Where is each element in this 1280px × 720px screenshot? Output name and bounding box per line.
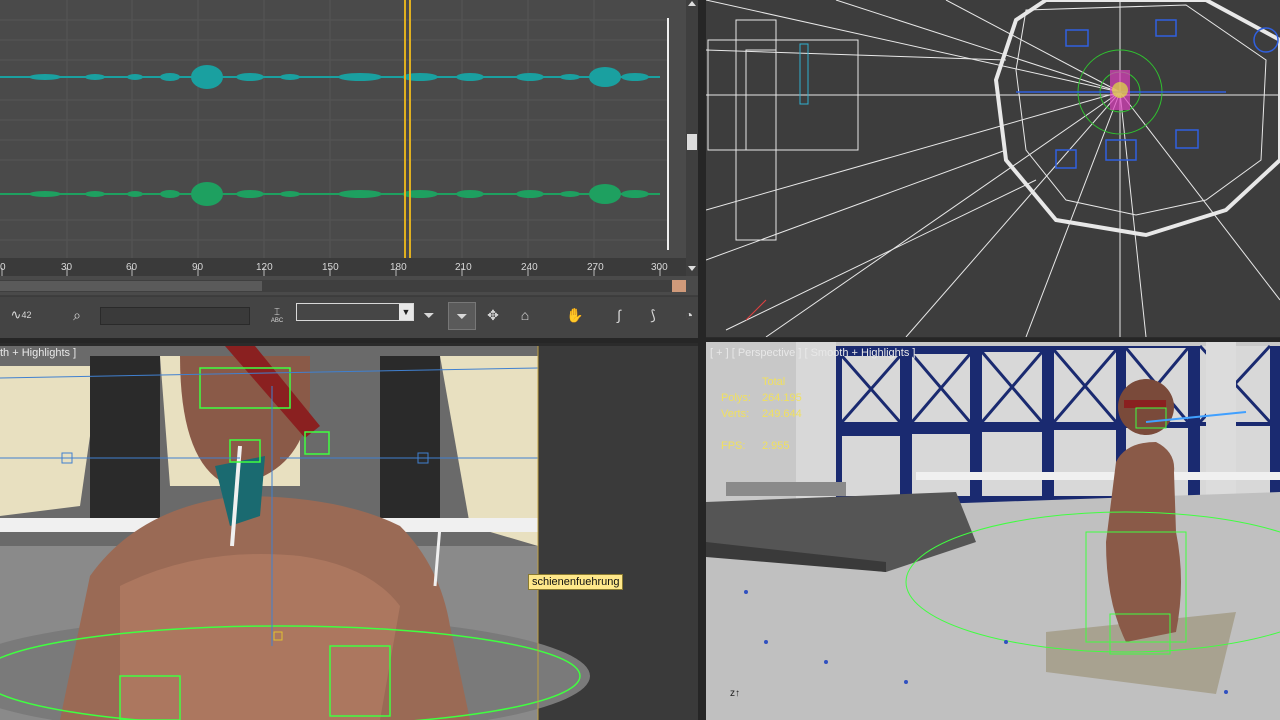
stats-verts-label: Verts: — [721, 408, 750, 420]
chevron-down-icon[interactable]: ▼ — [399, 304, 413, 320]
ruler-tick: 270 — [587, 262, 604, 273]
ruler-tick: 210 — [455, 262, 472, 273]
stats-fps-label: FPS: — [721, 440, 746, 452]
character-back-scene — [0, 346, 698, 720]
move-keys-icon[interactable]: ✥ — [480, 302, 506, 328]
waveform-graph[interactable] — [0, 0, 698, 340]
object-tooltip: schienenfuehrung — [528, 574, 624, 590]
stats-fps-value: 2.955 — [762, 440, 790, 452]
playhead — [404, 0, 411, 275]
top-viewport[interactable] — [706, 0, 1280, 337]
abc-filter-label: ABC — [270, 317, 284, 324]
ruler-tick: 180 — [390, 262, 407, 273]
name-field[interactable] — [100, 307, 250, 325]
ruler-tick: 0 — [0, 262, 6, 273]
pan-hand-icon[interactable]: ✋ — [562, 302, 588, 328]
curve-tool-value: 42 — [21, 310, 32, 320]
ruler-tick: 240 — [521, 262, 538, 273]
stats-polys-label: Polys: — [721, 392, 751, 404]
more-tools-icon[interactable]: ◔ — [680, 302, 698, 328]
track-view-panel[interactable]: 0 30 60 90 120 150 180 210 240 270 300 ∿… — [0, 0, 698, 340]
curve-tool-button[interactable]: ∿ 42 — [4, 302, 38, 328]
viewport-divider-vertical[interactable] — [698, 0, 706, 720]
zoom-curve-icon[interactable]: ∫ — [606, 302, 632, 328]
ruler-tick: 90 — [192, 262, 204, 273]
lock-keys-icon[interactable]: ⌂ — [512, 302, 538, 328]
ruler-tick: 30 — [61, 262, 73, 273]
left-viewport-label[interactable]: th + Highlights ] — [0, 347, 76, 359]
key-filter-icon[interactable]: ⏷ — [416, 302, 442, 328]
axis-gizmo-icon: z↑ — [730, 688, 740, 699]
perspective-viewport-label[interactable]: [ + ] [ Perspective ] [ Smooth + Highlig… — [710, 347, 915, 359]
ruler-tick: 150 — [322, 262, 339, 273]
ruler-tick: 60 — [126, 262, 138, 273]
zoom-search-icon[interactable]: ⌕ — [64, 302, 90, 328]
left-viewport[interactable]: th + Highlights ] — [0, 346, 698, 720]
ruler-tick: 300 — [651, 262, 668, 273]
stats-polys-value: 264.195 — [762, 392, 802, 404]
key-select-icon[interactable]: ⏷ — [448, 302, 476, 330]
perspective-viewport[interactable]: [ + ] [ Perspective ] [ Smooth + Highlig… — [706, 342, 1280, 720]
fit-curve-icon[interactable]: ⟆ — [640, 302, 666, 328]
time-ruler — [0, 258, 686, 276]
abc-filter-button[interactable]: ⌶ ABC — [264, 302, 290, 328]
stats-total-label: Total — [762, 376, 786, 388]
wireframe-scene — [706, 0, 1280, 337]
filter-dropdown[interactable]: ▼ — [296, 303, 414, 321]
ruler-tick: 120 — [256, 262, 273, 273]
stats-verts-value: 249.644 — [762, 408, 802, 420]
